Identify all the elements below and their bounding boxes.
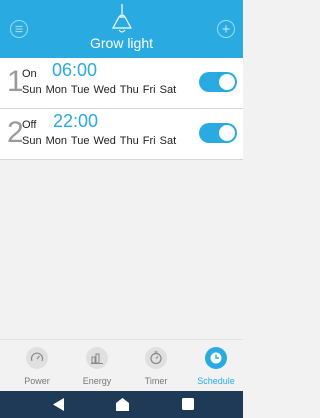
power-gauge-icon: [26, 347, 48, 369]
tab-label: Energy: [82, 376, 112, 386]
page-title: Grow light: [89, 35, 154, 51]
schedule-row[interactable]: 2 Off 22:00 Sun Mon Tue Wed Thu Fri Sat: [0, 109, 243, 160]
system-nav-bar: [0, 391, 243, 418]
tab-schedule[interactable]: Schedule: [186, 347, 246, 386]
tab-label: Schedule: [197, 376, 235, 386]
clock-icon: [205, 347, 227, 369]
tab-label: Timer: [144, 376, 168, 386]
tab-timer[interactable]: Timer: [126, 347, 186, 386]
schedule-toggle[interactable]: [199, 123, 237, 143]
schedule-state: On: [22, 68, 37, 80]
back-triangle-icon[interactable]: [53, 398, 65, 411]
app-header: Grow light: [0, 0, 243, 58]
schedule-days: Sun Mon Tue Wed Thu Fri Sat: [22, 135, 177, 147]
home-icon[interactable]: [116, 398, 129, 411]
schedule-days: Sun Mon Tue Wed Thu Fri Sat: [22, 84, 177, 96]
tab-label: Power: [24, 376, 50, 386]
plus-icon: [222, 25, 230, 33]
schedule-list: 1 On 06:00 Sun Mon Tue Wed Thu Fri Sat 2…: [0, 58, 243, 160]
timer-icon: [145, 347, 167, 369]
recents-square-icon[interactable]: [182, 398, 194, 410]
toggle-knob: [219, 125, 235, 141]
schedule-toggle[interactable]: [199, 72, 237, 92]
hanging-lamp-icon: [111, 4, 133, 33]
schedule-time: 06:00: [52, 60, 98, 80]
schedule-state: Off: [22, 119, 37, 131]
toggle-knob: [219, 74, 235, 90]
bar-chart-icon: [86, 347, 108, 369]
tab-power[interactable]: Power: [7, 347, 67, 386]
schedule-time: 22:00: [53, 111, 99, 131]
tab-energy[interactable]: Energy: [67, 347, 127, 386]
bottom-tab-bar: Power Energy Timer Schedule: [0, 339, 243, 391]
schedule-row[interactable]: 1 On 06:00 Sun Mon Tue Wed Thu Fri Sat: [0, 58, 243, 109]
add-schedule-button[interactable]: [217, 20, 235, 38]
